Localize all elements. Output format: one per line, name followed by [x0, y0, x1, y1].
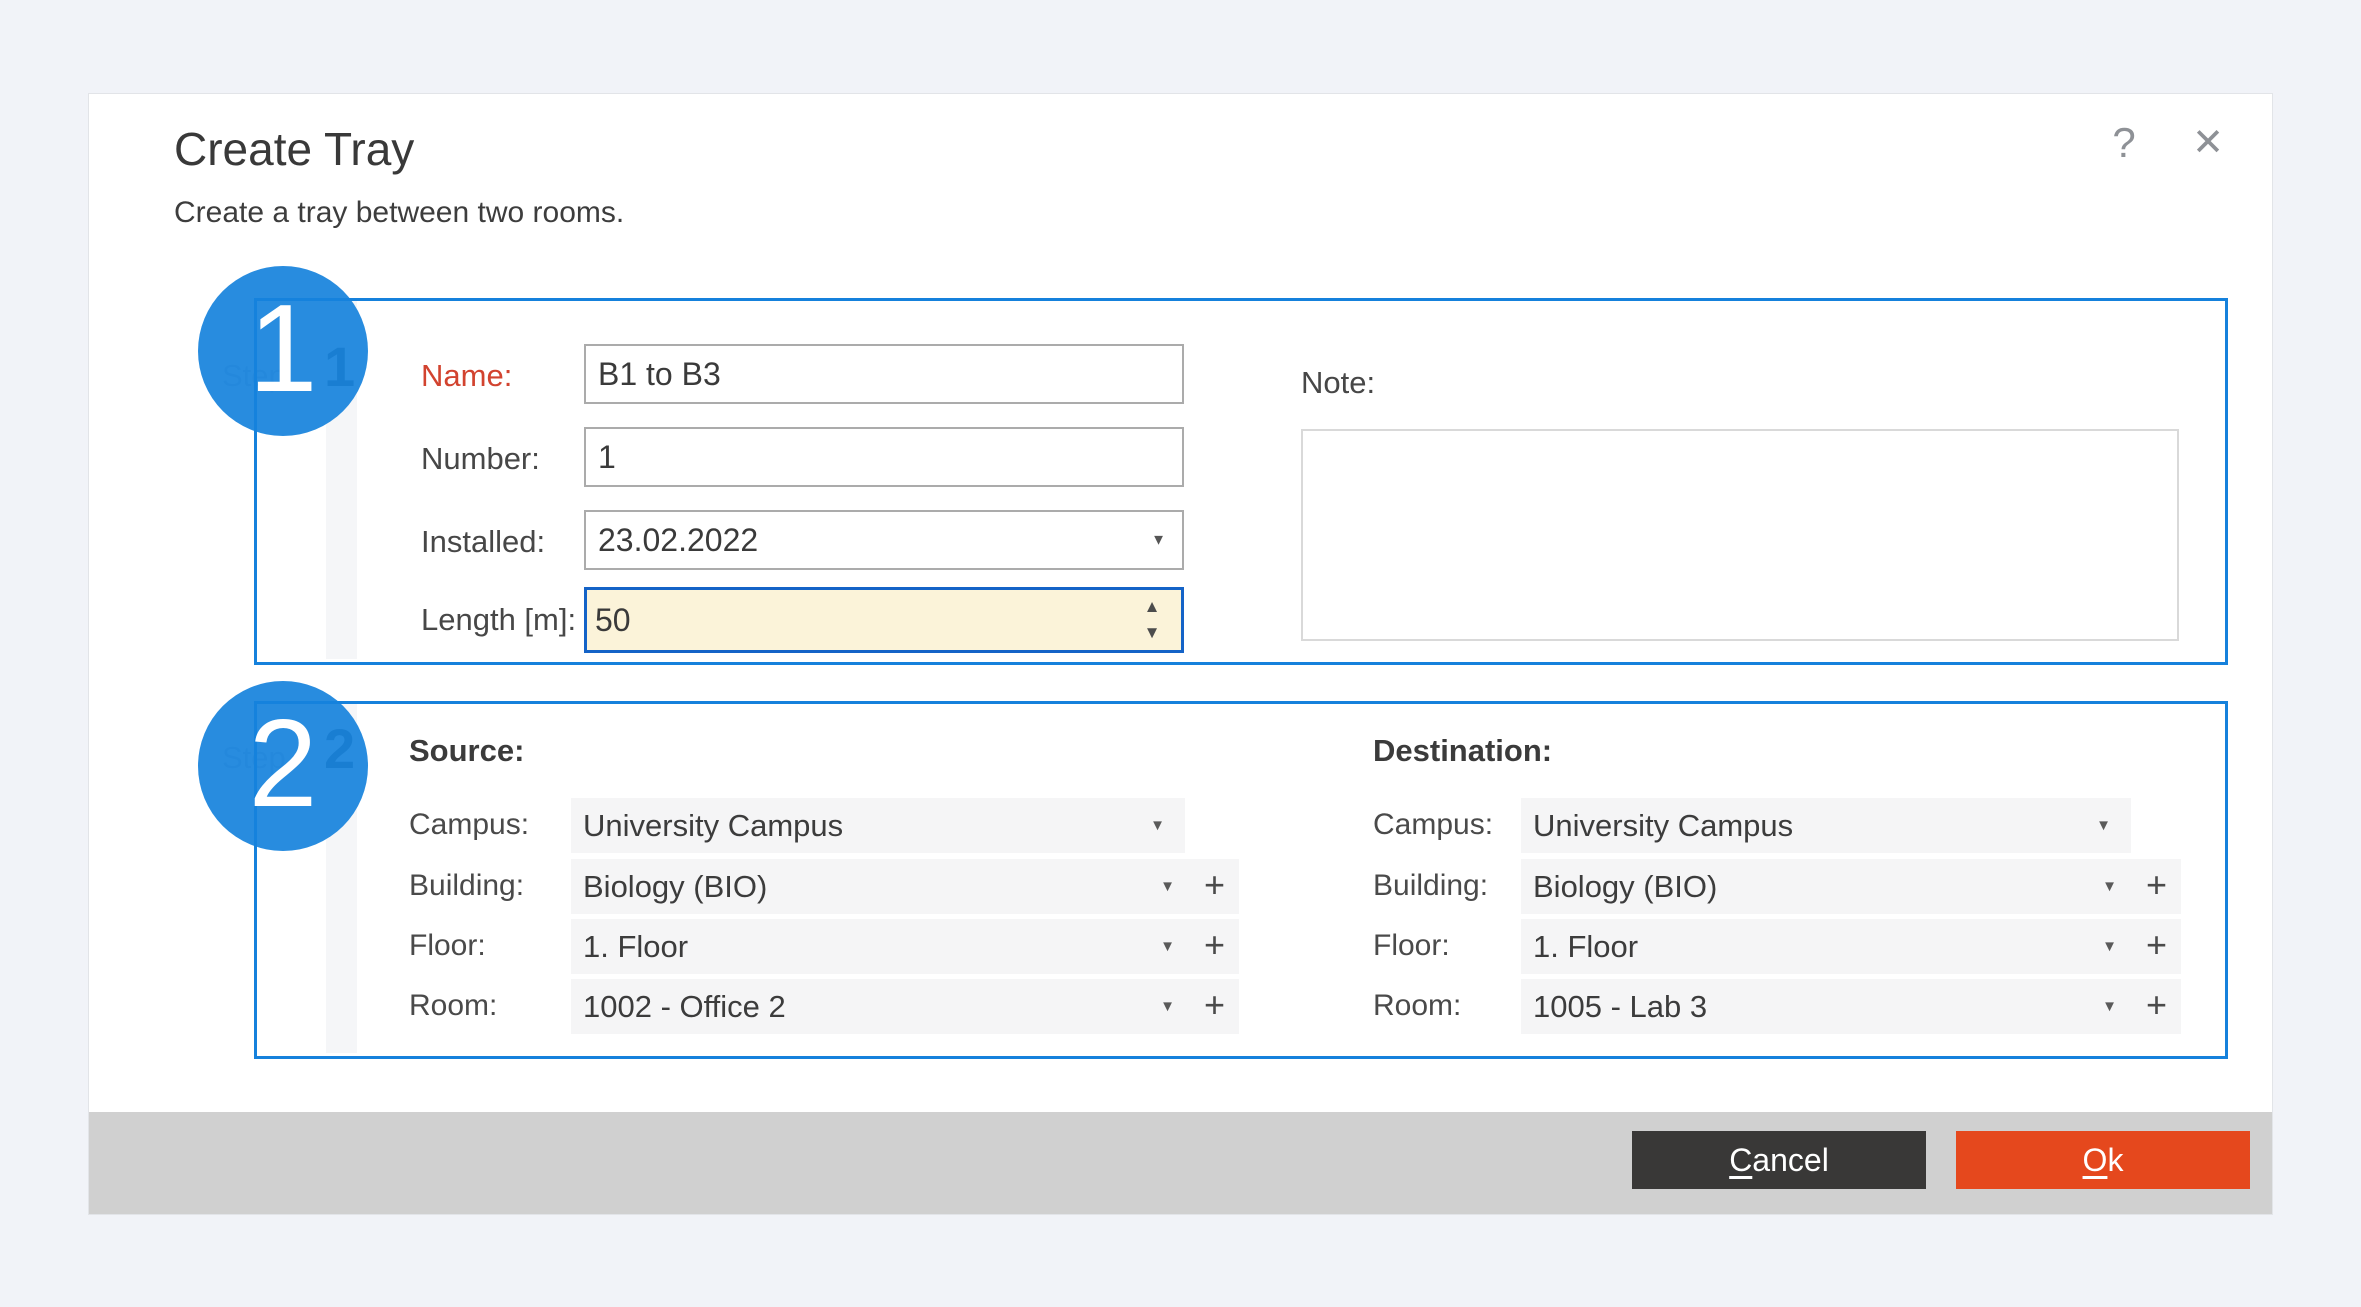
create-tray-dialog: Create Tray Create a tray between two ro… [88, 93, 2273, 1215]
dialog-subtitle: Create a tray between two rooms. [174, 196, 624, 230]
screen: Create Tray Create a tray between two ro… [0, 0, 2361, 1307]
close-icon[interactable]: ✕ [2181, 114, 2235, 172]
dialog-footer [89, 1112, 2272, 1214]
cancel-button[interactable]: Cancel [1632, 1131, 1926, 1189]
step2-section [254, 701, 2228, 1059]
help-icon[interactable]: ? [2097, 114, 2151, 172]
step1-section [254, 298, 2228, 665]
dialog-title: Create Tray [174, 122, 414, 176]
ok-button[interactable]: Ok [1956, 1131, 2250, 1189]
step1-badge: 1 [198, 266, 368, 436]
step2-badge: 2 [198, 681, 368, 851]
